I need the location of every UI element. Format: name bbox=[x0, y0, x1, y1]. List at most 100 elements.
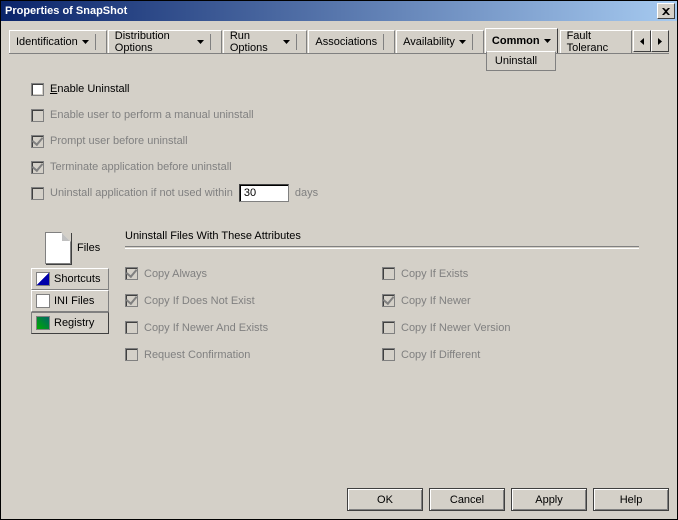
tab-distribution-options[interactable]: Distribution Options bbox=[108, 30, 222, 53]
option-terminate-before: Terminate application before uninstall bbox=[31, 156, 649, 178]
tab-separator bbox=[296, 34, 297, 50]
divider bbox=[125, 246, 639, 249]
checkbox-icon bbox=[31, 187, 44, 200]
tab-availability[interactable]: Availability bbox=[396, 30, 484, 53]
attributes-subpanel: Files Shortcuts INI Files Registry bbox=[31, 224, 649, 361]
checkbox-icon bbox=[125, 267, 138, 280]
option-label: Uninstall application if not used within bbox=[50, 187, 233, 199]
attr-copy-always: Copy Always bbox=[125, 267, 382, 280]
checkbox-icon bbox=[382, 321, 395, 334]
tab-bar: Identification Distribution Options Run … bbox=[9, 29, 669, 54]
attr-label: Copy If Newer bbox=[401, 295, 471, 307]
side-tab-registry[interactable]: Registry bbox=[31, 312, 109, 334]
attributes-title: Uninstall Files With These Attributes bbox=[125, 230, 639, 242]
button-bar: OK Cancel Apply Help bbox=[347, 488, 669, 511]
side-tab-files[interactable]: Files bbox=[31, 228, 109, 268]
tab-label: Fault Toleranc bbox=[567, 30, 625, 54]
option-label: Enable Uninstall bbox=[50, 83, 130, 95]
tab-label: Common bbox=[492, 35, 540, 47]
tab-scroll-left[interactable] bbox=[633, 30, 651, 52]
dropdown-icon bbox=[544, 39, 551, 43]
side-tab-label: Shortcuts bbox=[54, 273, 100, 285]
attributes-grid: Copy Always Copy If Exists Copy If Does … bbox=[125, 267, 639, 361]
titlebar: Properties of SnapShot bbox=[1, 1, 677, 21]
tab-label: Run Options bbox=[230, 30, 279, 54]
checkbox-icon bbox=[125, 348, 138, 361]
checkbox-icon[interactable] bbox=[31, 83, 44, 96]
option-label: Terminate application before uninstall bbox=[50, 161, 232, 173]
properties-window: Properties of SnapShot Identification Di… bbox=[0, 0, 678, 520]
side-tab-label: Registry bbox=[54, 317, 94, 329]
apply-button[interactable]: Apply bbox=[511, 488, 587, 511]
attr-label: Copy If Exists bbox=[401, 268, 468, 280]
tab-label: Availability bbox=[403, 36, 455, 48]
tab-common[interactable]: Common Uninstall bbox=[485, 28, 558, 53]
ini-icon bbox=[36, 294, 50, 308]
chevron-left-icon bbox=[640, 38, 644, 45]
days-input[interactable] bbox=[239, 184, 289, 202]
attr-label: Copy If Newer Version bbox=[401, 322, 510, 334]
tab-label: Distribution Options bbox=[115, 30, 193, 54]
close-icon bbox=[662, 8, 670, 15]
attr-label: Copy Always bbox=[144, 268, 207, 280]
uninstall-panel: Enable Uninstall Enable user to perform … bbox=[9, 54, 669, 454]
option-prompt-before: Prompt user before uninstall bbox=[31, 130, 649, 152]
dropdown-icon bbox=[82, 40, 89, 44]
tab-scroll-right[interactable] bbox=[651, 30, 669, 52]
option-enable-uninstall[interactable]: Enable Uninstall bbox=[31, 78, 649, 100]
dropdown-icon bbox=[197, 40, 204, 44]
shortcut-icon bbox=[36, 272, 50, 286]
tab-separator bbox=[472, 34, 473, 50]
tab-identification[interactable]: Identification bbox=[9, 30, 107, 53]
tab-label: Associations bbox=[315, 36, 377, 48]
help-button[interactable]: Help bbox=[593, 488, 669, 511]
tab-label: Identification bbox=[16, 36, 78, 48]
tab-fault-tolerance[interactable]: Fault Toleranc bbox=[560, 30, 632, 53]
attr-copy-if-newer-exists: Copy If Newer And Exists bbox=[125, 321, 382, 334]
checkbox-icon bbox=[31, 109, 44, 122]
option-label: Enable user to perform a manual uninstal… bbox=[50, 109, 254, 121]
tab-separator bbox=[95, 34, 96, 50]
option-enable-manual: Enable user to perform a manual uninstal… bbox=[31, 104, 649, 126]
side-tab-ini-files[interactable]: INI Files bbox=[31, 290, 109, 312]
tab-separator bbox=[210, 34, 211, 50]
tab-run-options[interactable]: Run Options bbox=[223, 30, 308, 53]
attr-label: Copy If Does Not Exist bbox=[144, 295, 255, 307]
content-area: Identification Distribution Options Run … bbox=[1, 21, 677, 519]
option-label: Prompt user before uninstall bbox=[50, 135, 188, 147]
cancel-button[interactable]: Cancel bbox=[429, 488, 505, 511]
tab-associations[interactable]: Associations bbox=[308, 30, 395, 53]
attr-copy-if-not-exist: Copy If Does Not Exist bbox=[125, 294, 382, 307]
registry-icon bbox=[36, 316, 50, 330]
dropdown-icon bbox=[283, 40, 290, 44]
attributes-area: Uninstall Files With These Attributes Co… bbox=[109, 224, 649, 361]
option-uninstall-if-unused: Uninstall application if not used within… bbox=[31, 182, 649, 204]
ok-button[interactable]: OK bbox=[347, 488, 423, 511]
tab-separator bbox=[383, 34, 384, 50]
dropdown-icon bbox=[459, 40, 466, 44]
checkbox-icon bbox=[382, 294, 395, 307]
file-icon bbox=[45, 232, 71, 264]
side-tabs: Files Shortcuts INI Files Registry bbox=[31, 224, 109, 361]
tab-nav bbox=[633, 30, 669, 52]
tab-dropdown-item[interactable]: Uninstall bbox=[486, 51, 556, 71]
checkbox-icon bbox=[382, 267, 395, 280]
checkbox-icon bbox=[31, 135, 44, 148]
side-tab-label: INI Files bbox=[54, 295, 94, 307]
attr-label: Copy If Different bbox=[401, 349, 480, 361]
close-button[interactable] bbox=[657, 3, 675, 19]
attr-copy-if-different: Copy If Different bbox=[382, 348, 639, 361]
attr-copy-if-newer-version: Copy If Newer Version bbox=[382, 321, 639, 334]
attr-copy-if-exists: Copy If Exists bbox=[382, 267, 639, 280]
side-tab-shortcuts[interactable]: Shortcuts bbox=[31, 268, 109, 290]
attr-label: Request Confirmation bbox=[144, 349, 250, 361]
window-title: Properties of SnapShot bbox=[5, 5, 657, 17]
checkbox-icon bbox=[125, 321, 138, 334]
attr-label: Copy If Newer And Exists bbox=[144, 322, 268, 334]
attr-copy-if-newer: Copy If Newer bbox=[382, 294, 639, 307]
side-tab-label: Files bbox=[77, 242, 100, 254]
days-suffix: days bbox=[295, 187, 318, 199]
dropdown-label: Uninstall bbox=[495, 55, 537, 67]
checkbox-icon bbox=[31, 161, 44, 174]
chevron-right-icon bbox=[658, 38, 662, 45]
